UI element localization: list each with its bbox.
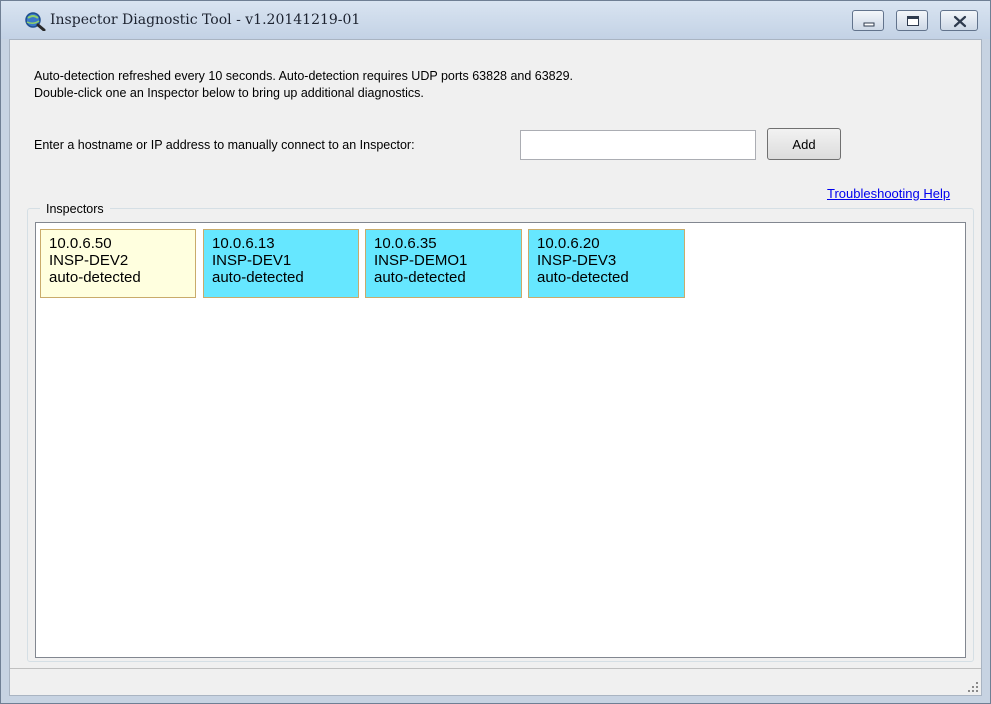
minimize-icon [863, 22, 875, 27]
inspector-card[interactable]: 10.0.6.50 INSP-DEV2 auto-detected [40, 229, 196, 298]
close-icon [953, 15, 967, 28]
close-button[interactable] [940, 10, 978, 31]
inspectors-group-title: Inspectors [40, 202, 110, 216]
troubleshooting-help-link[interactable]: Troubleshooting Help [827, 186, 950, 201]
title-bar[interactable]: Inspector Diagnostic Tool - v1.20141219-… [1, 1, 990, 39]
inspector-status: auto-detected [374, 269, 466, 286]
info-text-refresh: Auto-detection refreshed every 10 second… [34, 69, 574, 83]
inspector-card[interactable]: 10.0.6.20 INSP-DEV3 auto-detected [528, 229, 685, 298]
app-window: Inspector Diagnostic Tool - v1.20141219-… [0, 0, 991, 704]
status-bar [10, 668, 981, 695]
inspector-ip: 10.0.6.50 [49, 235, 112, 252]
inspector-card[interactable]: 10.0.6.35 INSP-DEMO1 auto-detected [365, 229, 522, 298]
inspector-ip: 10.0.6.13 [212, 235, 275, 252]
inspector-name: INSP-DEV2 [49, 252, 129, 269]
maximize-button[interactable] [896, 10, 928, 31]
magnifier-globe-icon [25, 12, 46, 31]
inspector-name: INSP-DEV1 [212, 252, 292, 269]
inspector-status: auto-detected [212, 269, 304, 286]
client-area: Auto-detection refreshed every 10 second… [9, 39, 982, 696]
inspector-status: auto-detected [49, 269, 141, 286]
info-text-doubleclick: Double-click one an Inspector below to b… [34, 86, 424, 100]
manual-connect-label: Enter a hostname or IP address to manual… [34, 138, 415, 152]
inspectors-list[interactable]: 10.0.6.50 INSP-DEV2 auto-detected 10.0.6… [35, 222, 966, 658]
maximize-icon [907, 16, 919, 26]
inspector-name: INSP-DEV3 [537, 252, 617, 269]
window-title: Inspector Diagnostic Tool - v1.20141219-… [50, 12, 361, 28]
inspector-ip: 10.0.6.20 [537, 235, 600, 252]
add-button[interactable]: Add [767, 128, 841, 160]
inspector-ip: 10.0.6.35 [374, 235, 437, 252]
minimize-button[interactable] [852, 10, 884, 31]
resize-grip-icon[interactable] [967, 681, 979, 693]
inspector-status: auto-detected [537, 269, 629, 286]
inspector-card[interactable]: 10.0.6.13 INSP-DEV1 auto-detected [203, 229, 359, 298]
hostname-input[interactable] [520, 130, 756, 160]
inspector-name: INSP-DEMO1 [374, 252, 468, 269]
